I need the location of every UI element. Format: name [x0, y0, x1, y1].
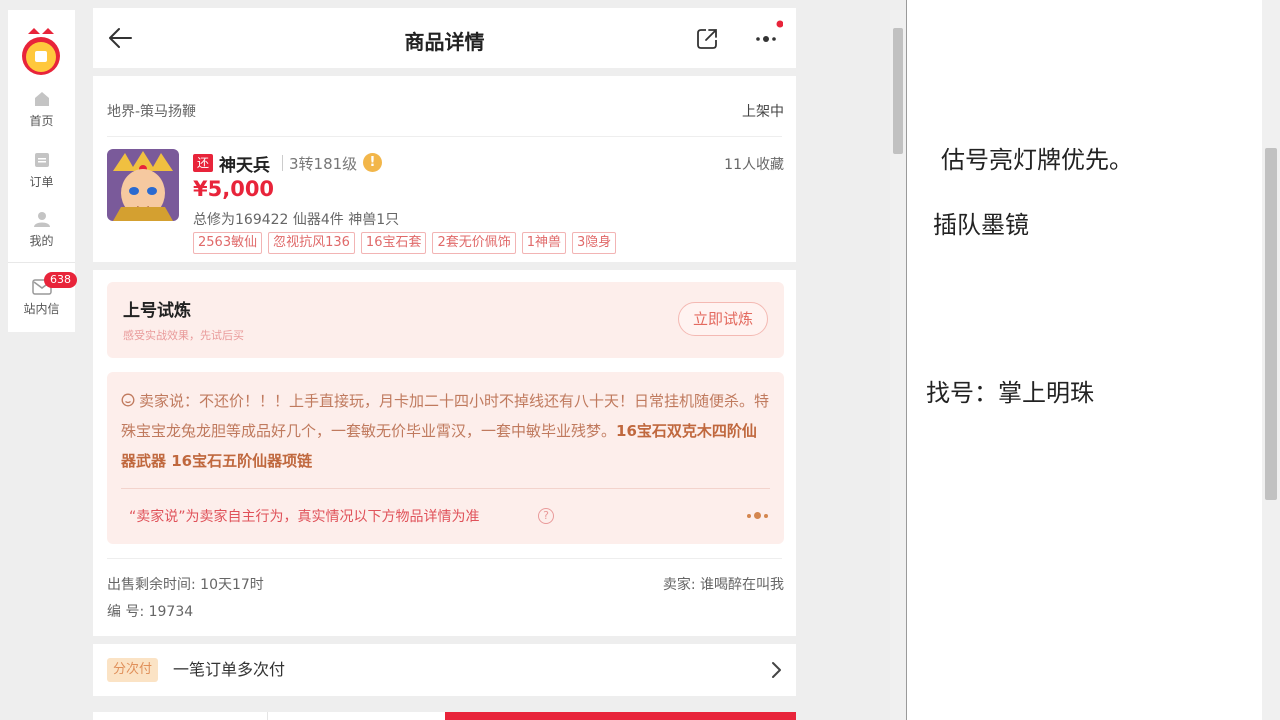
tag-list: 2563敏仙 忽视抗风136 16宝石套 2套无价佩饰 1神兽 3隐身	[193, 232, 617, 254]
trial-subtitle: 感受实战效果，先试后买	[123, 329, 244, 342]
unread-count-badge: 638	[44, 272, 77, 288]
scrollbar-thumb[interactable]	[1265, 148, 1277, 500]
note-line: 插队墨镜	[933, 211, 1029, 239]
ellipsis-icon[interactable]	[747, 512, 768, 519]
sidebar-item-label: 首页	[29, 114, 54, 128]
scrollbar-thumb[interactable]	[893, 28, 903, 154]
role-name: 神天兵	[219, 156, 270, 176]
divider	[107, 558, 782, 559]
top-bar: 商品详情	[93, 8, 796, 68]
tag: 忽视抗风136	[268, 232, 355, 254]
details-card: 上号试炼 感受实战效果，先试后买 立即试炼 卖家说：不还价！！！上手直接玩，月卡…	[93, 270, 796, 636]
installment-label: 一笔订单多次付	[173, 660, 286, 679]
item-stats: 总修为169422 仙器4件 神兽1只	[193, 212, 400, 228]
favorites-count: 11人收藏	[724, 157, 784, 173]
home-icon	[34, 92, 49, 106]
chat-icon	[121, 393, 135, 407]
notes-panel: 估号亮灯牌优先。 插队墨镜 找号：掌上明珠	[907, 0, 1262, 720]
tag: 16宝石套	[360, 232, 427, 254]
trial-banner: 上号试炼 感受实战效果，先试后买 立即试炼	[107, 282, 784, 358]
bottom-action-left[interactable]	[93, 712, 268, 720]
sidebar-item-label: 订单	[29, 175, 54, 189]
bottom-action-bar	[93, 712, 796, 720]
page-scrollbar[interactable]	[890, 10, 906, 720]
divider	[121, 488, 770, 489]
tag: 3隐身	[572, 232, 617, 254]
separator	[282, 155, 283, 171]
price: ¥5,000	[193, 177, 275, 201]
chevron-right-icon	[772, 662, 781, 678]
share-icon[interactable]	[695, 27, 719, 51]
warning-icon[interactable]: !	[363, 153, 382, 172]
try-now-button[interactable]: 立即试炼	[678, 302, 768, 336]
listing-status: 上架中	[742, 104, 784, 120]
help-icon[interactable]: ?	[538, 508, 554, 524]
notes-scrollbar[interactable]	[1262, 0, 1280, 720]
installment-row[interactable]: 分次付 一笔订单多次付	[93, 644, 796, 696]
listing-id: 编 号: 19734	[107, 604, 194, 620]
role-level: 3转181级	[289, 155, 358, 173]
sidebar-item-label: 我的	[29, 234, 54, 248]
sidebar-item-home[interactable]: 首页	[8, 90, 75, 129]
seller-note: 卖家说：不还价！！！上手直接玩，月卡加二十四小时不掉线还有八十天！日常挂机随便杀…	[121, 386, 771, 476]
buy-button[interactable]	[445, 712, 796, 720]
page-title: 商品详情	[404, 30, 485, 54]
character-avatar[interactable]	[107, 149, 179, 221]
installment-badge: 分次付	[107, 658, 159, 682]
divider	[107, 136, 782, 137]
seller-disclaimer: “卖家说”为卖家自主行为，真实情况以下方物品详情为准	[129, 509, 480, 525]
sidebar-item-orders[interactable]: 订单	[8, 151, 75, 190]
sidebar-divider	[8, 262, 75, 263]
bell-logo[interactable]	[18, 24, 64, 80]
note-line: 估号亮灯牌优先。	[941, 146, 1133, 174]
sidebar-item-label: 站内信	[23, 302, 60, 316]
bottom-action-middle[interactable]	[268, 712, 445, 720]
sidebar-item-mine[interactable]: 我的	[8, 210, 75, 249]
order-icon	[34, 153, 49, 167]
seller-name: 卖家: 谁喝醉在叫我	[662, 577, 784, 593]
trial-title: 上号试炼	[123, 301, 191, 321]
tag: 1神兽	[521, 232, 567, 254]
sidebar: 首页 订单 我的 站内信 638	[8, 10, 77, 332]
tag: 2套无价佩饰	[432, 232, 516, 254]
user-icon	[33, 212, 50, 227]
bargain-badge: 还	[193, 154, 213, 172]
more-icon[interactable]	[753, 20, 783, 50]
seller-note-box: 卖家说：不还价！！！上手直接玩，月卡加二十四小时不掉线还有八十天！日常挂机随便杀…	[107, 372, 784, 544]
server-name: 地界-策马扬鞭	[107, 104, 197, 120]
note-line: 找号：掌上明珠	[926, 379, 1094, 407]
product-detail-panel: 商品详情 地界-策马扬鞭 上架中 还 神天兵 3转181级 ! 11人收藏 ¥5…	[93, 8, 796, 720]
tag: 2563敏仙	[193, 232, 263, 254]
item-summary-card: 地界-策马扬鞭 上架中 还 神天兵 3转181级 ! 11人收藏 ¥5,000 …	[93, 76, 796, 262]
remaining-time: 出售剩余时间: 10天17时	[107, 577, 264, 593]
